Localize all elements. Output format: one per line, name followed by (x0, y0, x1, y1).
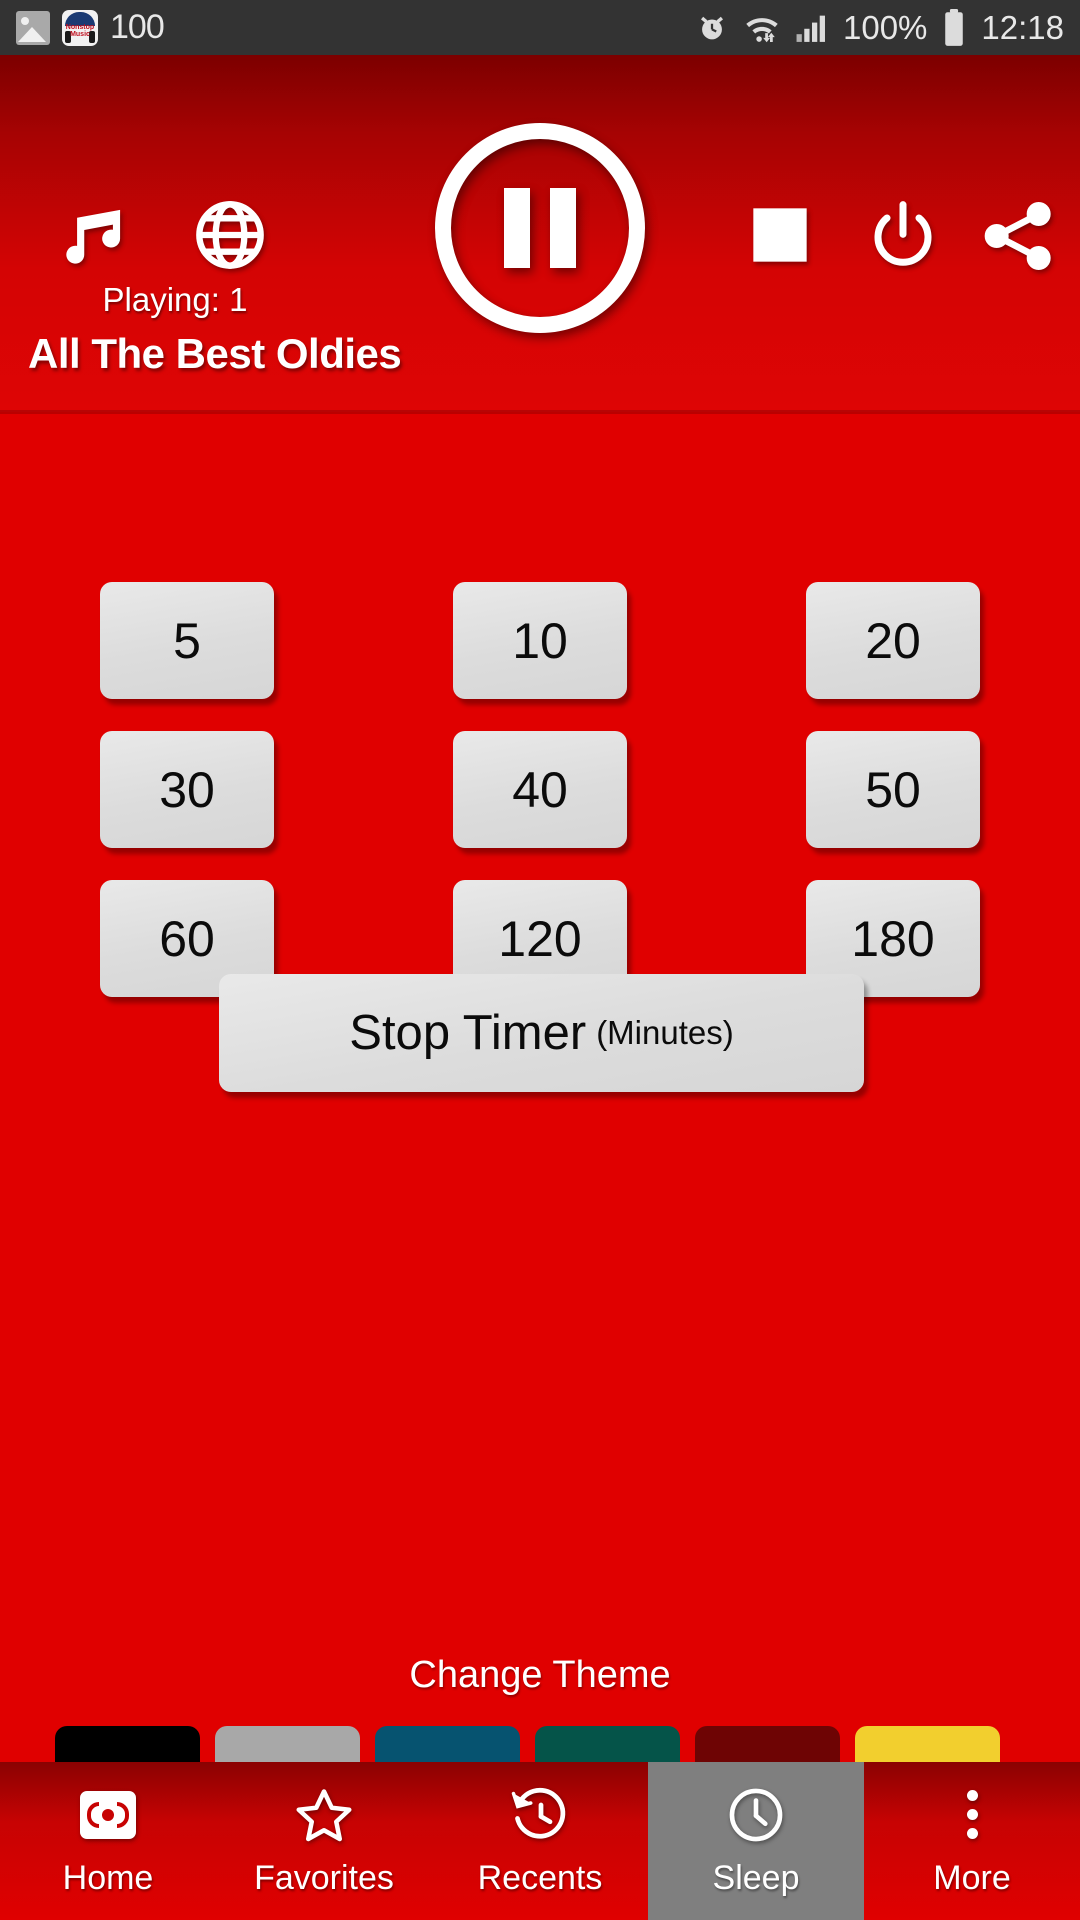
share-icon[interactable] (975, 193, 1061, 279)
nav-label-sleep: Sleep (712, 1858, 800, 1897)
timer-row: 5 10 20 (100, 582, 980, 699)
nav-label-home: Home (62, 1858, 154, 1897)
nav-label-favorites: Favorites (254, 1858, 394, 1897)
nav-label-more: More (933, 1858, 1011, 1897)
station-title: All The Best Oldies (28, 330, 402, 377)
alarm-icon (695, 11, 729, 45)
player-header: Playing: 1 All The Best Oldies (0, 55, 1080, 412)
play-pause-button[interactable] (435, 123, 645, 333)
battery-icon (941, 8, 967, 47)
status-bar-right: 100% 12:18 (695, 8, 1064, 47)
main-content: 5 10 20 30 40 50 60 120 180 Stop Timer (… (0, 414, 1080, 1828)
star-icon (294, 1785, 354, 1845)
status-bar-left: Nonstop Music 100 (16, 8, 165, 47)
clock-icon (725, 1785, 787, 1845)
change-theme-label: Change Theme (409, 1654, 671, 1696)
battery-percent-label: 100% (843, 8, 928, 46)
app-screen: Nonstop Music 100 100% 12:18 Playing: 1 … (0, 0, 1080, 1920)
nav-item-recents[interactable]: Recents (432, 1762, 648, 1920)
globe-icon[interactable] (185, 190, 275, 280)
sleep-timer-grid: 5 10 20 30 40 50 60 120 180 (0, 582, 1080, 997)
notification-count: 100 (110, 8, 165, 46)
nav-item-favorites[interactable]: Favorites (216, 1762, 432, 1920)
clock-time: 12:18 (981, 8, 1064, 46)
pause-bar-right (550, 188, 576, 268)
stop-timer-button[interactable]: Stop Timer (Minutes) (219, 974, 864, 1092)
history-clock-icon (510, 1785, 570, 1845)
timer-button-20[interactable]: 20 (806, 582, 980, 699)
status-bar: Nonstop Music 100 100% 12:18 (0, 0, 1080, 55)
app-icon-text: Nonstop Music (65, 23, 95, 38)
music-note-icon[interactable] (50, 190, 140, 280)
playing-status-label: Playing: 1 (102, 281, 248, 318)
stop-square-icon[interactable] (740, 195, 820, 275)
power-icon[interactable] (860, 193, 946, 279)
signal-icon (795, 12, 829, 44)
pause-bar-left (504, 188, 530, 268)
timer-row: 30 40 50 (100, 731, 980, 848)
bottom-navigation: Home Favorites Recents Sleep More (0, 1762, 1080, 1920)
timer-button-40[interactable]: 40 (453, 731, 627, 848)
timer-button-5[interactable]: 5 (100, 582, 274, 699)
nav-item-more[interactable]: More (864, 1762, 1080, 1920)
nav-item-home[interactable]: Home (0, 1762, 216, 1920)
more-vertical-icon (966, 1785, 978, 1845)
player-controls-row: Playing: 1 (0, 55, 1080, 333)
nav-item-sleep[interactable]: Sleep (648, 1762, 864, 1920)
stop-timer-label: Stop Timer (349, 1006, 587, 1060)
radio-broadcast-icon (80, 1785, 136, 1845)
timer-button-10[interactable]: 10 (453, 582, 627, 699)
nonstop-music-app-icon: Nonstop Music (62, 9, 98, 46)
wifi-icon (743, 12, 781, 44)
nav-label-recents: Recents (477, 1858, 603, 1897)
timer-button-30[interactable]: 30 (100, 731, 274, 848)
stop-timer-unit-label: (Minutes) (596, 1014, 734, 1051)
gallery-icon (16, 10, 50, 45)
timer-button-50[interactable]: 50 (806, 731, 980, 848)
